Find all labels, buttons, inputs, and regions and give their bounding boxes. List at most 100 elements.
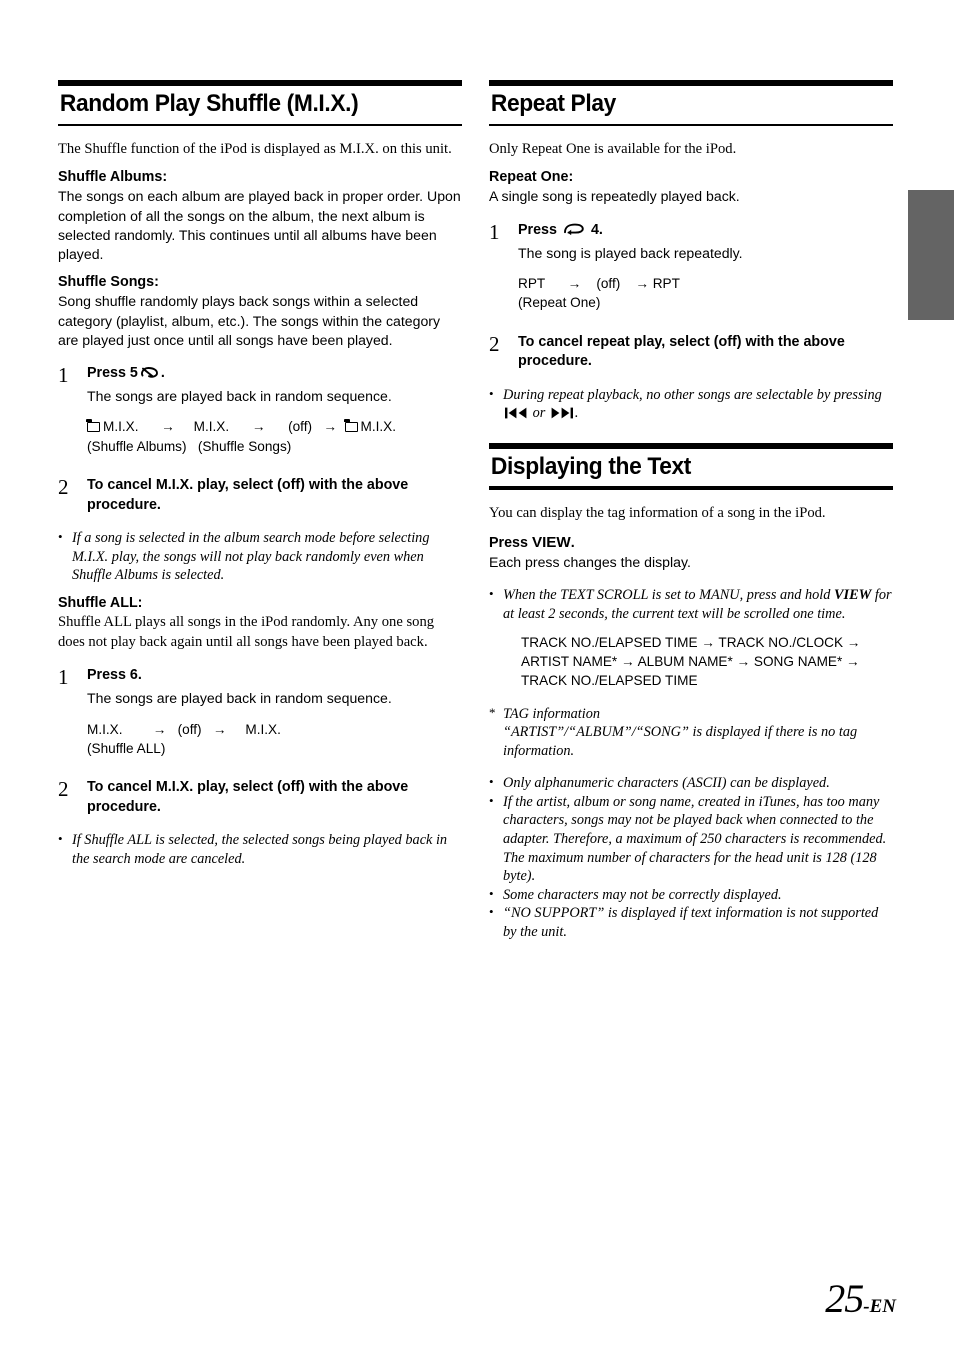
text-display-flow-line-3: TRACK NO./ELAPSED TIME bbox=[521, 673, 698, 689]
section-title-random-play: Random Play Shuffle (M.I.X.) bbox=[59, 90, 359, 117]
step-number: 1 bbox=[58, 362, 69, 387]
step-press-5-title-post: . bbox=[160, 364, 165, 381]
mix-flow-sub-1: (Shuffle Albums) bbox=[87, 438, 187, 454]
note-album-search: • If a song is selected in the album sea… bbox=[58, 529, 462, 585]
step-press-6-desc: The songs are played back in random sequ… bbox=[87, 690, 392, 707]
note-repeat-playback: • During repeat playback, no other songs… bbox=[489, 386, 893, 423]
section-random-play-heading: Random Play Shuffle (M.I.X.) bbox=[58, 80, 462, 126]
step-cancel-mix: 2 To cancel M.I.X. play, select (off) wi… bbox=[58, 476, 462, 515]
press-view-heading-post: . bbox=[570, 534, 575, 551]
asterisk-marker: * bbox=[489, 704, 496, 720]
bullet-marker: • bbox=[58, 830, 63, 846]
displaying-text-intro: You can display the tag information of a… bbox=[489, 505, 826, 522]
note-conjunction: or bbox=[532, 405, 546, 422]
shuffle-albums-heading: Shuffle Albums: bbox=[58, 168, 168, 185]
shuffle-albums-body: The songs on each album are played back … bbox=[58, 188, 461, 262]
mix-flow-arrow-2: → bbox=[251, 419, 266, 435]
press-view-heading: Press VIEW. bbox=[489, 533, 893, 554]
step-cancel-repeat-title: To cancel repeat play, select (off) with… bbox=[518, 333, 845, 370]
note-shuffle-all-text: If Shuffle ALL is selected, the selected… bbox=[72, 831, 448, 867]
press-view-heading-pre: Press bbox=[489, 534, 532, 551]
press-view-sub: Each press changes the display. bbox=[489, 554, 691, 571]
shuffle-all-flow-item-1: M.I.X. bbox=[87, 721, 123, 737]
mix-flow-item-1: M.I.X. bbox=[103, 419, 139, 435]
next-track-icon bbox=[550, 407, 574, 419]
section-displaying-text-heading: Displaying the Text bbox=[489, 442, 893, 491]
bullet-marker: • bbox=[489, 885, 494, 901]
bullet-marker: • bbox=[489, 385, 494, 401]
note-ascii-text: Only alphanumeric characters (ASCII) can… bbox=[503, 775, 830, 792]
step-press-repeat-4-title-post: 4. bbox=[590, 221, 603, 238]
step-press-repeat-4: 1 Press 4. The song is played back repea… bbox=[489, 221, 893, 313]
note-text-scroll-text: When the TEXT SCROLL is set to MANU, pre… bbox=[503, 586, 893, 623]
mix-flow-arrow-1: → bbox=[161, 419, 175, 435]
step-cancel-mix-title: To cancel M.I.X. play, select (off) with… bbox=[87, 477, 409, 513]
shuffle-all-flow-item-2: (off) bbox=[177, 721, 202, 737]
rpt-flow-row: RPT → (off) → RPT bbox=[518, 274, 893, 293]
note-text-scroll-key: VIEW bbox=[833, 587, 872, 604]
rpt-flow-sub-row: (Repeat One) bbox=[518, 293, 893, 312]
folder-icon bbox=[343, 419, 358, 432]
mix-flow-row: M.I.X. → M.I.X. → (off) → M.I.X. bbox=[86, 417, 462, 436]
previous-track-icon bbox=[504, 407, 528, 419]
step-number: 2 bbox=[489, 331, 500, 356]
text-display-flow-line-2: ARTIST NAME* → ALBUM NAME* → SONG NAME* … bbox=[521, 653, 860, 669]
step-press-5-title: Press 5 . bbox=[87, 364, 462, 383]
text-display-flow-line-1: TRACK NO./ELAPSED TIME → TRACK NO./CLOCK… bbox=[521, 634, 861, 650]
page-number: 25-EN bbox=[825, 1275, 896, 1322]
random-play-intro: The Shuffle function of the iPod is disp… bbox=[58, 140, 452, 157]
chapter-thumb-tab bbox=[908, 190, 954, 320]
shuffle-all-flow-arrow-1: → bbox=[152, 721, 167, 737]
note-itunes-length: • If the artist, album or song name, cre… bbox=[489, 793, 893, 886]
note-repeat-playback-text: During repeat playback, no other songs a… bbox=[503, 386, 893, 423]
rpt-flow-item-1: RPT bbox=[518, 276, 545, 292]
manual-page: Random Play Shuffle (M.I.X.) The Shuffle… bbox=[0, 0, 954, 1348]
step-press-5-title-pre: Press 5 bbox=[87, 364, 138, 381]
folder-icon bbox=[86, 419, 100, 432]
section-title-displaying-text: Displaying the Text bbox=[490, 452, 692, 480]
note-tag-information-text: TAG information “ARTIST”/“ALBUM”/“SONG” … bbox=[503, 705, 893, 761]
step-number: 2 bbox=[58, 475, 69, 500]
note-album-search-text: If a song is selected in the album searc… bbox=[72, 529, 430, 584]
shuffle-all-flow-row: M.I.X. → (off) → M.I.X. bbox=[87, 720, 462, 739]
shuffle-songs-body: Song shuffle randomly plays back songs w… bbox=[58, 293, 441, 348]
step-press-5-desc: The songs are played back in random sequ… bbox=[87, 388, 392, 405]
step-press-repeat-4-desc: The song is played back repeatedly. bbox=[518, 244, 743, 261]
step-cancel-mix-2-title: To cancel M.I.X. play, select (off) with… bbox=[87, 779, 409, 815]
note-text-scroll-part1: When the TEXT SCROLL is set to MANU, pre… bbox=[503, 587, 834, 604]
note-no-support-text: “NO SUPPORT” is displayed if text inform… bbox=[503, 905, 879, 940]
note-itunes-length-text: If the artist, album or song name, creat… bbox=[503, 793, 887, 885]
rpt-flow-sub-1: (Repeat One) bbox=[518, 295, 601, 311]
note-tag-information-line1: TAG information bbox=[503, 705, 601, 722]
bullet-marker: • bbox=[489, 792, 494, 808]
left-column: Random Play Shuffle (M.I.X.) The Shuffle… bbox=[58, 80, 462, 868]
step-press-repeat-4-title: Press 4. bbox=[518, 221, 893, 240]
note-tag-information: * TAG information “ARTIST”/“ALBUM”/“SONG… bbox=[489, 705, 893, 761]
right-column: Repeat Play Only Repeat One is available… bbox=[489, 80, 893, 941]
repeat-one-heading: Repeat One: bbox=[489, 168, 574, 185]
page-number-suffix: -EN bbox=[863, 1296, 896, 1317]
step-number: 2 bbox=[58, 777, 69, 802]
mix-flow-sub-row: (Shuffle Albums) (Shuffle Songs) bbox=[87, 437, 462, 456]
note-no-support: • “NO SUPPORT” is displayed if text info… bbox=[489, 904, 893, 941]
repeat-icon bbox=[563, 223, 585, 236]
step-press-repeat-4-title-pre: Press bbox=[518, 221, 557, 238]
rpt-flow-item-2: (off) bbox=[596, 276, 621, 292]
shuffle-all-flow-sub-1: (Shuffle ALL) bbox=[87, 740, 166, 756]
bullet-marker: • bbox=[58, 528, 63, 544]
note-repeat-playback-pre: During repeat playback, no other songs a… bbox=[503, 386, 882, 403]
step-press-5: 1 Press 5 . The songs are played back in… bbox=[58, 364, 462, 456]
shuffle-songs-heading: Shuffle Songs: bbox=[58, 273, 159, 290]
shuffle-all-heading: Shuffle ALL: bbox=[58, 594, 143, 611]
note-repeat-playback-post: . bbox=[574, 405, 579, 422]
shuffle-all-flow-arrow-2: → bbox=[212, 721, 227, 737]
press-view-key: VIEW bbox=[531, 533, 571, 551]
mix-flow-arrow-3: → bbox=[323, 419, 337, 435]
note-ascii: • Only alphanumeric characters (ASCII) c… bbox=[489, 774, 893, 793]
note-tag-information-line2: “ARTIST”/“ALBUM”/“SONG” is displayed if … bbox=[503, 724, 858, 759]
mix-flow-item-2: M.I.X. bbox=[193, 419, 230, 435]
note-some-characters: • Some characters may not be correctly d… bbox=[489, 886, 893, 905]
bullet-marker: • bbox=[489, 904, 494, 920]
shuffle-all-flow-item-3: M.I.X. bbox=[245, 721, 281, 737]
repeat-play-intro: Only Repeat One is available for the iPo… bbox=[489, 140, 737, 157]
